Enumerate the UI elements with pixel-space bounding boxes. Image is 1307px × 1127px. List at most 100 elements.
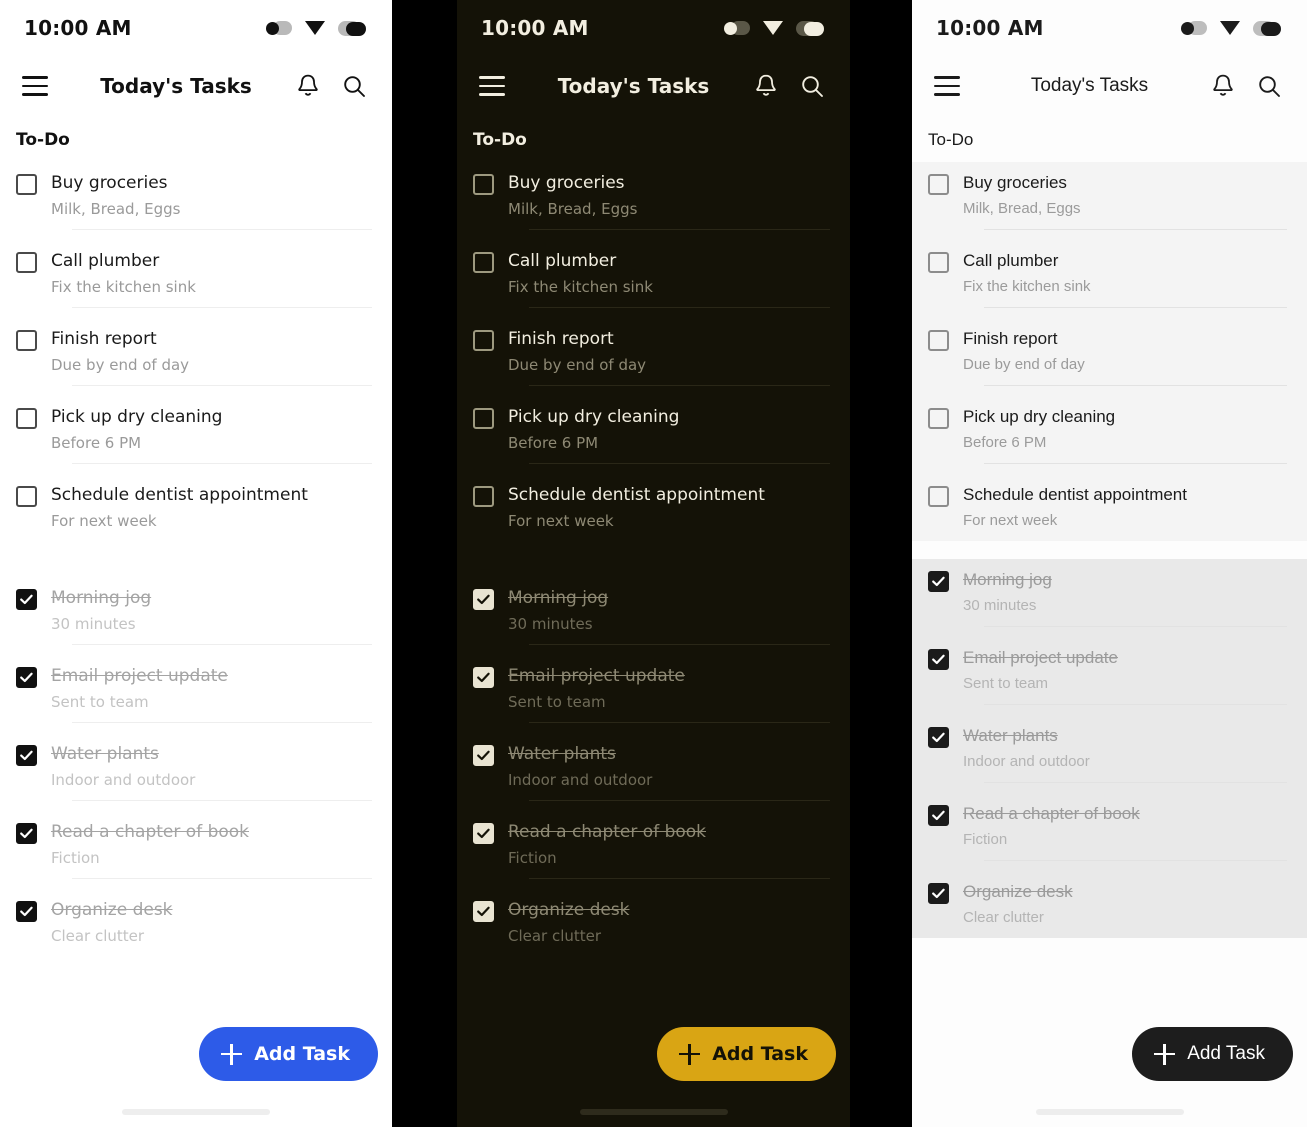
search-icon[interactable] xyxy=(800,74,824,98)
row-divider xyxy=(984,307,1287,308)
checkbox-checked[interactable] xyxy=(928,727,949,748)
bell-icon[interactable] xyxy=(1211,73,1235,99)
checkbox-checked[interactable] xyxy=(16,745,37,766)
task-row[interactable]: Call plumber Fix the kitchen sink xyxy=(912,240,1307,318)
status-bar: 10:00 AM xyxy=(912,0,1307,56)
task-subtitle: For next week xyxy=(508,512,614,530)
task-row[interactable]: Pick up dry cleaning Before 6 PM xyxy=(912,396,1307,474)
checkbox-unchecked[interactable] xyxy=(16,486,37,507)
phone-preview-light-blue: 10:00 AM Today's Tasks To-Do Buy groceri… xyxy=(0,0,392,1127)
task-row[interactable]: Email project update Sent to team xyxy=(457,655,850,733)
task-row[interactable]: Organize desk Clear clutter xyxy=(912,871,1307,938)
task-row[interactable]: Finish report Due by end of day xyxy=(912,318,1307,396)
checkbox-unchecked[interactable] xyxy=(473,408,494,429)
checkbox-checked[interactable] xyxy=(16,667,37,688)
task-row[interactable]: Water plants Indoor and outdoor xyxy=(912,715,1307,793)
task-subtitle: Before 6 PM xyxy=(508,434,599,452)
row-divider xyxy=(72,644,372,645)
checkbox-checked[interactable] xyxy=(473,901,494,922)
checkbox-checked[interactable] xyxy=(473,745,494,766)
task-title: Finish report xyxy=(963,329,1058,348)
checkbox-checked[interactable] xyxy=(473,823,494,844)
task-row[interactable]: Pick up dry cleaning Before 6 PM xyxy=(0,396,392,474)
bell-icon[interactable] xyxy=(296,73,320,99)
task-row[interactable]: Organize desk Clear clutter xyxy=(457,889,850,956)
task-row[interactable]: Schedule dentist appointment For next wee… xyxy=(457,474,850,541)
checkbox-unchecked[interactable] xyxy=(928,330,949,351)
checkbox-unchecked[interactable] xyxy=(16,330,37,351)
task-row[interactable]: Schedule dentist appointment For next wee… xyxy=(0,474,392,541)
task-row[interactable]: Morning jog 30 minutes xyxy=(457,577,850,655)
task-title: Schedule dentist appointment xyxy=(963,485,1187,504)
task-subtitle: Before 6 PM xyxy=(51,434,142,452)
checkbox-checked[interactable] xyxy=(928,571,949,592)
add-task-button[interactable]: Add Task xyxy=(199,1027,378,1081)
checkbox-unchecked[interactable] xyxy=(928,486,949,507)
hamburger-menu-icon[interactable] xyxy=(16,66,56,106)
checkbox-unchecked[interactable] xyxy=(928,408,949,429)
wifi-icon xyxy=(1220,21,1240,35)
checkbox-checked[interactable] xyxy=(16,901,37,922)
search-icon[interactable] xyxy=(1257,74,1281,98)
task-row[interactable]: Schedule dentist appointment For next wee… xyxy=(912,474,1307,541)
checkbox-unchecked[interactable] xyxy=(16,408,37,429)
task-row[interactable]: Read a chapter of book Fiction xyxy=(457,811,850,889)
task-subtitle: Indoor and outdoor xyxy=(51,771,196,789)
checkbox-checked[interactable] xyxy=(928,883,949,904)
checkbox-unchecked[interactable] xyxy=(928,174,949,195)
checkbox-unchecked[interactable] xyxy=(16,252,37,273)
task-row[interactable]: Read a chapter of book Fiction xyxy=(912,793,1307,871)
checkbox-checked[interactable] xyxy=(16,589,37,610)
task-row[interactable]: Call plumber Fix the kitchen sink xyxy=(0,240,392,318)
task-title: Email project update xyxy=(51,666,228,686)
checkbox-unchecked[interactable] xyxy=(473,174,494,195)
app-bar-actions xyxy=(1211,73,1285,99)
task-title: Morning jog xyxy=(51,588,152,608)
task-title: Buy groceries xyxy=(51,173,168,193)
task-row[interactable]: Water plants Indoor and outdoor xyxy=(0,733,392,811)
task-row[interactable]: Read a chapter of book Fiction xyxy=(0,811,392,889)
app-bar: Today's Tasks xyxy=(457,56,850,116)
status-bar-clock: 10:00 AM xyxy=(481,16,589,40)
task-row[interactable]: Buy groceries Milk, Bread, Eggs xyxy=(457,162,850,240)
checkbox-checked[interactable] xyxy=(473,667,494,688)
hamburger-menu-icon[interactable] xyxy=(473,66,513,106)
checkbox-checked[interactable] xyxy=(928,805,949,826)
section-gap xyxy=(912,541,1307,559)
status-bar-clock: 10:00 AM xyxy=(936,16,1044,40)
task-subtitle: Milk, Bread, Eggs xyxy=(51,200,181,218)
checkbox-unchecked[interactable] xyxy=(473,252,494,273)
add-task-button[interactable]: Add Task xyxy=(1132,1027,1293,1081)
checkbox-unchecked[interactable] xyxy=(16,174,37,195)
checkbox-unchecked[interactable] xyxy=(928,252,949,273)
task-row[interactable]: Finish report Due by end of day xyxy=(457,318,850,396)
row-divider xyxy=(72,878,372,879)
status-bar-system-icons xyxy=(1181,20,1281,36)
task-row[interactable]: Pick up dry cleaning Before 6 PM xyxy=(457,396,850,474)
hamburger-menu-icon[interactable] xyxy=(928,66,968,106)
task-row[interactable]: Buy groceries Milk, Bread, Eggs xyxy=(912,162,1307,240)
task-row[interactable]: Organize desk Clear clutter xyxy=(0,889,392,956)
task-row[interactable]: Email project update Sent to team xyxy=(0,655,392,733)
task-subtitle: Due by end of day xyxy=(51,356,190,374)
task-row[interactable]: Buy groceries Milk, Bread, Eggs xyxy=(0,162,392,240)
checkbox-unchecked[interactable] xyxy=(473,330,494,351)
add-task-button[interactable]: Add Task xyxy=(657,1027,836,1081)
task-row[interactable]: Email project update Sent to team xyxy=(912,637,1307,715)
checkbox-checked[interactable] xyxy=(928,649,949,670)
checkbox-checked[interactable] xyxy=(473,589,494,610)
completed-list: Morning jog 30 minutes Email project updat… xyxy=(0,577,392,956)
task-list-region: To-Do Buy groceries Milk, Bread, Eggs Call… xyxy=(457,116,850,1127)
task-row[interactable]: Call plumber Fix the kitchen sink xyxy=(457,240,850,318)
checkbox-unchecked[interactable] xyxy=(473,486,494,507)
task-row[interactable]: Morning jog 30 minutes xyxy=(0,577,392,655)
task-row[interactable]: Morning jog 30 minutes xyxy=(912,559,1307,637)
task-row[interactable]: Water plants Indoor and outdoor xyxy=(457,733,850,811)
task-row[interactable]: Finish report Due by end of day xyxy=(0,318,392,396)
bell-icon[interactable] xyxy=(754,73,778,99)
frame-gutter-left xyxy=(392,0,457,1127)
search-icon[interactable] xyxy=(342,74,366,98)
checkbox-checked[interactable] xyxy=(16,823,37,844)
